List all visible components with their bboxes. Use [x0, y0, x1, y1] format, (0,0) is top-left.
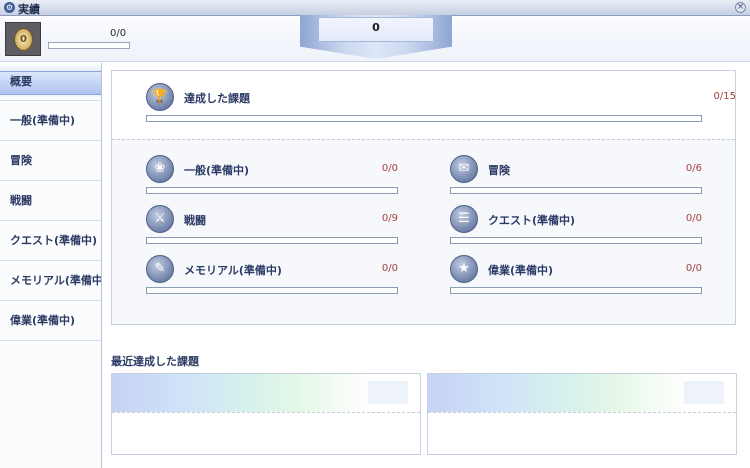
title-bar: ⚙ 実績 ×: [0, 0, 750, 16]
overview-panel: 🏆 達成した課題 0/15 ❀ 一般(準備中) 0/0 ✉ 冒険 0/6 ⚔ 戦…: [111, 70, 736, 325]
achievement-header: 0 0/0 0: [0, 15, 750, 62]
category-progress-bar: [146, 287, 398, 294]
divider: [112, 412, 420, 413]
window-title: 実績: [18, 3, 40, 16]
sidebar-item-label: メモリアル(準備中): [10, 274, 101, 287]
category-progress-bar: [450, 237, 702, 244]
score-value: 0: [372, 21, 380, 34]
summary-progress-bar: [146, 115, 702, 122]
category-sidebar: 概要 一般(準備中) 冒険 戦闘 クエスト(準備中) メモリアル(準備中) 偉業…: [0, 63, 102, 468]
category-progress-bar: [146, 237, 398, 244]
category-count: 0/0: [381, 263, 398, 274]
medal-badge: 0: [5, 22, 41, 56]
category-progress-bar: [146, 187, 398, 194]
category-label: 冒険: [488, 164, 510, 177]
category-count: 0/0: [685, 213, 702, 224]
category-count: 0/0: [381, 163, 398, 174]
header-progress-text: 0/0: [110, 28, 127, 39]
star-medal-icon: ★: [450, 255, 478, 283]
sidebar-item-memorial[interactable]: メモリアル(準備中): [0, 261, 101, 301]
category-label: クエスト(準備中): [488, 214, 576, 227]
divider: [428, 412, 736, 413]
recent-card-badge: [684, 381, 724, 404]
category-label: 戦闘: [184, 214, 206, 227]
category-count: 0/9: [381, 213, 398, 224]
quest-book-icon: ☰: [450, 205, 478, 233]
category-label: 一般(準備中): [184, 164, 250, 177]
sidebar-item-general[interactable]: 一般(準備中): [0, 101, 101, 141]
header-progress-bar: [48, 42, 130, 49]
category-count: 0/0: [685, 263, 702, 274]
summary-count: 0/15: [713, 91, 736, 102]
category-label: 偉業(準備中): [488, 264, 554, 277]
laurel-icon: ❀: [146, 155, 174, 183]
recent-achievement-card[interactable]: [111, 373, 421, 455]
sidebar-item-battle[interactable]: 戦闘: [0, 181, 101, 221]
divider: [112, 139, 735, 140]
sidebar-item-label: 概要: [10, 75, 32, 88]
category-label: メモリアル(準備中): [184, 264, 282, 277]
sidebar-item-label: 偉業(準備中): [10, 314, 76, 327]
quill-icon: ✎: [146, 255, 174, 283]
close-icon[interactable]: ×: [735, 2, 746, 13]
sidebar-item-label: クエスト(準備中): [10, 234, 98, 247]
recent-card-badge: [368, 381, 408, 404]
recent-title: 最近達成した課題: [111, 355, 199, 368]
summary-label: 達成した課題: [184, 92, 250, 105]
sidebar-item-adventure[interactable]: 冒険: [0, 141, 101, 181]
recent-achievement-card[interactable]: [427, 373, 737, 455]
category-progress-bar: [450, 287, 702, 294]
sidebar-item-feat[interactable]: 偉業(準備中): [0, 301, 101, 341]
sidebar-item-quest[interactable]: クエスト(準備中): [0, 221, 101, 261]
sidebar-item-label: 一般(準備中): [10, 114, 76, 127]
category-count: 0/6: [685, 163, 702, 174]
medal-icon: 0: [14, 28, 33, 51]
trophy-icon: 🏆: [146, 83, 174, 111]
sword-icon: ⚔: [146, 205, 174, 233]
scroll-icon: ✉: [450, 155, 478, 183]
category-progress-bar: [450, 187, 702, 194]
sidebar-item-label: 冒険: [10, 154, 32, 167]
sidebar-item-overview[interactable]: 概要: [0, 63, 101, 101]
gear-icon: ⚙: [4, 2, 15, 13]
sidebar-item-label: 戦闘: [10, 194, 32, 207]
